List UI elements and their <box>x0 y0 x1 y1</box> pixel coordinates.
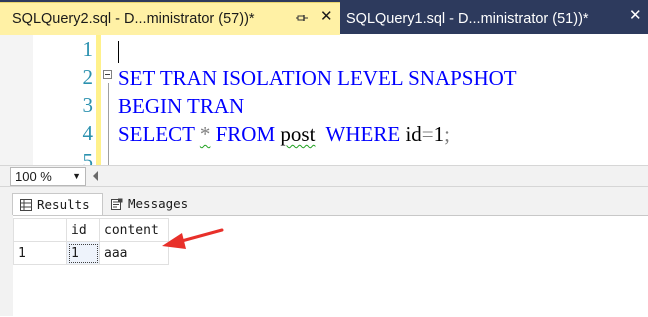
sql-star: * <box>199 122 211 146</box>
outline-line <box>108 83 109 165</box>
results-grid[interactable]: id content 1 1 aaa <box>13 215 648 317</box>
column-header-content[interactable]: content <box>99 218 169 242</box>
sql-keyword: WHERE <box>325 122 401 146</box>
table-header-row: id content <box>13 218 169 242</box>
line-number: 5 <box>82 149 94 165</box>
tab-results-label: Results <box>37 196 90 212</box>
sql-keyword: SET TRAN ISOLATION LEVEL SNAPSHOT <box>118 66 517 90</box>
tab-messages[interactable]: Messages <box>104 193 197 215</box>
sql-table-name: post <box>280 122 316 146</box>
sql-operator: = <box>421 122 434 146</box>
text-caret <box>118 41 119 64</box>
code-line-1[interactable] <box>118 36 119 64</box>
close-icon[interactable]: ✕ <box>320 9 333 24</box>
document-tab-strip: SQLQuery2.sql - D...ministrator (57))* ✕… <box>0 0 648 35</box>
code-line-4[interactable]: SELECT * FROM post WHERE id=1; <box>118 120 450 148</box>
messages-icon <box>111 198 123 210</box>
tab-sqlquery2[interactable]: SQLQuery2.sql - D...ministrator (57))* ✕ <box>0 2 340 35</box>
sql-keyword: SELECT <box>118 122 195 146</box>
tab-sqlquery1-label: SQLQuery1.sql - D...ministrator (51))* <box>346 10 589 27</box>
line-number: 4 <box>82 121 94 145</box>
column-header-id[interactable]: id <box>66 218 100 242</box>
sql-number: 1 <box>433 122 445 146</box>
close-icon[interactable]: ✕ <box>629 8 642 23</box>
code-line-3[interactable]: BEGIN TRAN <box>118 92 244 120</box>
tab-messages-label: Messages <box>128 196 189 211</box>
editor-status-strip: 100 % ▼ <box>0 165 648 187</box>
row-header-corner[interactable] <box>13 218 67 242</box>
editor-margin <box>0 35 33 165</box>
row-number-cell[interactable]: 1 <box>13 241 67 265</box>
table-cell-id[interactable]: 1 <box>66 241 100 265</box>
results-table: id content 1 1 aaa <box>13 218 169 265</box>
sql-column: id <box>405 122 422 146</box>
tab-sqlquery1[interactable]: SQLQuery1.sql - D...ministrator (51))* ✕ <box>340 2 648 35</box>
tab-results[interactable]: Results <box>12 193 103 215</box>
line-number: 1 <box>82 37 94 61</box>
pin-icon[interactable] <box>295 10 309 24</box>
sql-semicolon: ; <box>444 122 450 146</box>
change-tracking-bar <box>96 35 101 165</box>
zoom-value: 100 % <box>15 169 52 184</box>
code-line-2[interactable]: SET TRAN ISOLATION LEVEL SNAPSHOT <box>118 64 517 92</box>
line-number-gutter: 1 2 3 4 5 <box>33 35 94 165</box>
results-panel: Results Messages id content 1 1 aaa <box>0 187 648 317</box>
collapse-icon[interactable] <box>103 70 112 79</box>
line-number: 2 <box>82 65 94 89</box>
tab-sqlquery2-label: SQLQuery2.sql - D...ministrator (57))* <box>12 11 255 27</box>
sql-keyword: FROM <box>215 122 276 146</box>
zoom-dropdown[interactable]: 100 % ▼ <box>10 167 86 186</box>
chevron-down-icon[interactable]: ▼ <box>72 168 81 185</box>
table-row: 1 1 aaa <box>13 241 169 265</box>
query-editor[interactable]: 1 2 3 4 5 SET TRAN ISOLATION LEVEL SNAPS… <box>0 35 648 165</box>
line-number: 3 <box>82 93 94 117</box>
scroll-left-icon[interactable] <box>92 170 100 182</box>
grid-icon <box>20 198 32 211</box>
sql-keyword: BEGIN TRAN <box>118 94 245 118</box>
table-cell-content[interactable]: aaa <box>99 241 169 265</box>
